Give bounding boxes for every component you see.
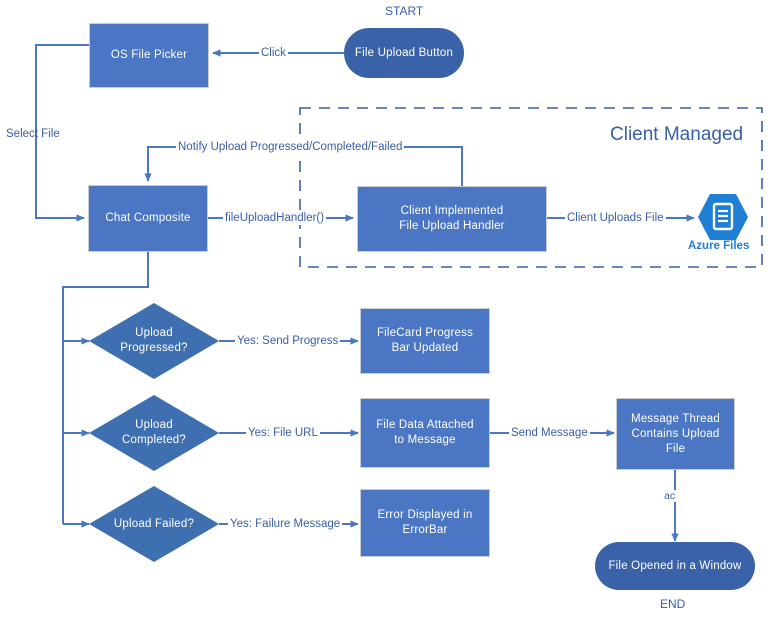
edge-label-ac: ac <box>663 490 677 502</box>
node-error-displayed[interactable]: Error Displayed in ErrorBar <box>360 489 490 557</box>
node-message-thread[interactable]: Message Thread Contains Upload File <box>616 398 735 470</box>
azure-files-label: Azure Files <box>688 240 750 252</box>
node-os-file-picker-label: OS File Picker <box>110 49 188 61</box>
node-file-opened-window[interactable]: File Opened in a Window <box>595 542 755 590</box>
flowchart-canvas: START File Upload Button OS File Picker … <box>0 0 771 619</box>
edge-label-yes-send-progress: Yes: Send Progress <box>235 334 341 348</box>
end-marker: END <box>660 597 686 611</box>
node-filecard-label-line1: FileCard Progress <box>376 327 474 339</box>
node-file-data-label-line1: File Data Attached <box>376 419 474 431</box>
edge-label-notify: Notify Upload Progressed/Completed/Faile… <box>176 140 405 154</box>
node-error-label-line1: Error Displayed in <box>377 509 473 521</box>
node-upload-failed-label: Upload Failed? <box>113 517 195 530</box>
node-upload-progressed-label-line1: Upload <box>135 327 173 339</box>
node-client-handler-label-line2: File Upload Handler <box>399 220 505 232</box>
node-upload-completed-label-line1: Upload <box>135 419 173 431</box>
node-os-file-picker[interactable]: OS File Picker <box>89 23 209 88</box>
node-message-thread-label-line2: Contains Upload File <box>631 427 720 455</box>
node-upload-completed-decision[interactable]: Upload Completed? <box>89 395 219 471</box>
edge-label-file-upload-handler: fileUploadHandler() <box>223 211 327 225</box>
node-chat-composite[interactable]: Chat Composite <box>88 185 208 252</box>
node-upload-progressed-decision[interactable]: Upload Progressed? <box>89 303 219 379</box>
edge-label-yes-failure-message: Yes: Failure Message <box>228 517 343 531</box>
node-file-data-attached[interactable]: File Data Attached to Message <box>360 398 490 468</box>
start-marker: START <box>385 4 424 18</box>
azure-files-icon <box>697 193 749 246</box>
edge-label-click: Click <box>259 46 288 60</box>
node-upload-failed-decision[interactable]: Upload Failed? <box>89 486 219 562</box>
node-file-data-label-line2: to Message <box>394 434 456 446</box>
node-file-opened-label: File Opened in a Window <box>608 559 742 572</box>
edge-label-client-uploads-file: Client Uploads File <box>565 211 666 225</box>
edge-label-select-file: Select File <box>6 128 60 140</box>
client-managed-zone-title: Client Managed <box>610 124 744 145</box>
node-error-label-line2: ErrorBar <box>402 524 448 536</box>
node-file-upload-button-label: File Upload Button <box>354 46 454 59</box>
node-file-upload-button[interactable]: File Upload Button <box>344 28 464 78</box>
node-client-implemented-file-upload-handler[interactable]: Client Implemented File Upload Handler <box>357 186 547 252</box>
node-message-thread-label-line1: Message Thread <box>631 412 720 425</box>
edge-branch-trunk <box>62 252 149 524</box>
node-upload-completed-label-line2: Completed? <box>121 434 186 446</box>
node-filecard-label-line2: Bar Updated <box>391 342 459 354</box>
node-client-handler-label-line1: Client Implemented <box>400 205 504 217</box>
edge-label-send-message: Send Message <box>509 426 590 440</box>
node-chat-composite-label: Chat Composite <box>105 212 191 224</box>
node-filecard-progress-bar[interactable]: FileCard Progress Bar Updated <box>360 308 490 374</box>
node-upload-progressed-label-line2: Progressed? <box>120 342 188 354</box>
edge-label-yes-file-url: Yes: File URL <box>246 426 320 440</box>
